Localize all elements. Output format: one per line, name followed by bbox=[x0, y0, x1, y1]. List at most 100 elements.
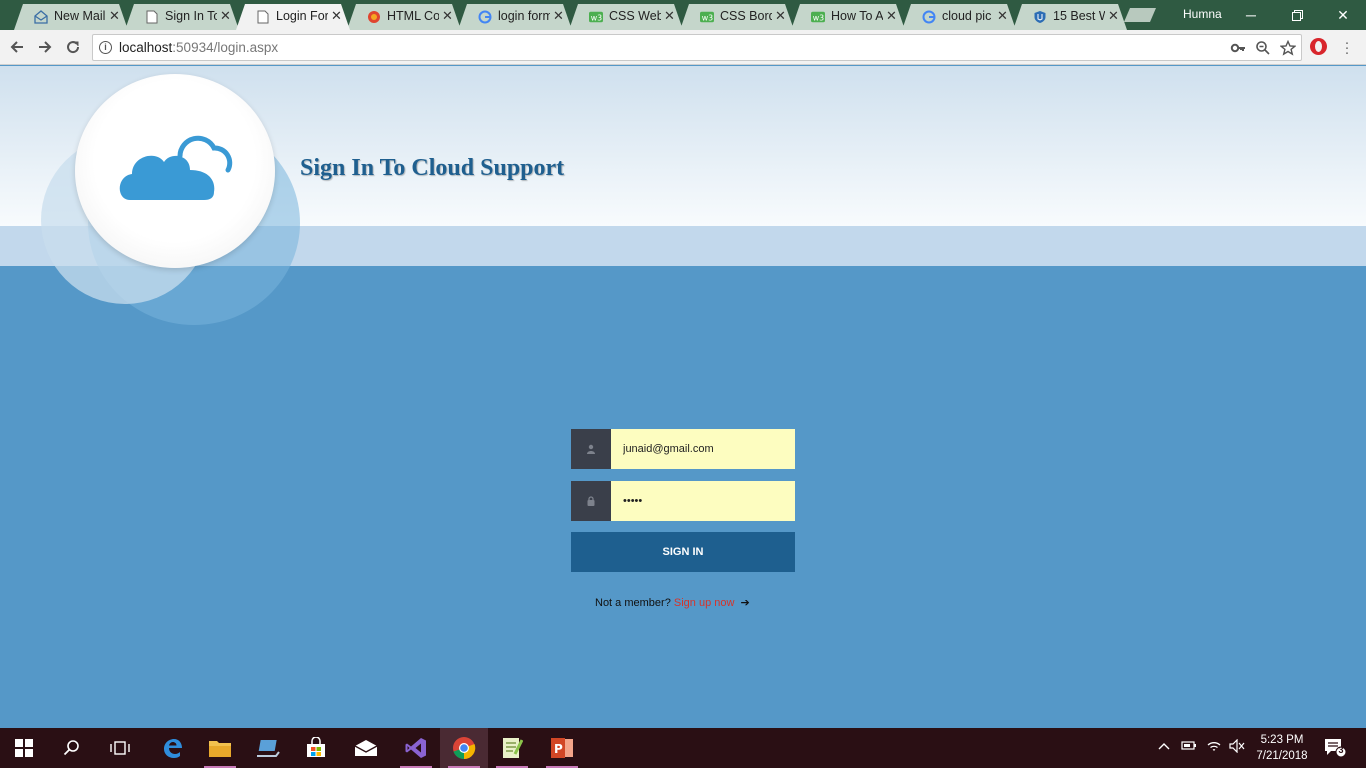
colorful-circle-icon bbox=[367, 10, 381, 24]
new-tab-button[interactable] bbox=[1124, 8, 1156, 22]
tab-new-mail[interactable]: New Mail ✕ bbox=[14, 4, 128, 30]
password-input[interactable] bbox=[611, 481, 795, 521]
info-icon[interactable]: i bbox=[99, 41, 112, 54]
user-icon bbox=[571, 429, 611, 469]
tab-css-web[interactable]: w3 CSS Web ✕ bbox=[569, 4, 683, 30]
address-bar[interactable]: i localhost:50934/login.aspx bbox=[92, 34, 1302, 61]
tab-close-icon[interactable]: ✕ bbox=[331, 8, 342, 24]
forward-button[interactable] bbox=[34, 36, 56, 58]
windows-taskbar: P 5:23 PM 7/21/2018 3 bbox=[0, 728, 1366, 768]
tab-title: Login For bbox=[276, 9, 328, 23]
minimize-icon[interactable]: ─ bbox=[1228, 0, 1274, 30]
more-menu-icon[interactable]: · · · bbox=[1343, 35, 1351, 60]
sign-up-link[interactable]: Sign up now bbox=[674, 597, 735, 609]
restore-icon[interactable] bbox=[1274, 0, 1320, 30]
tab-css-border[interactable]: w3 CSS Bord ✕ bbox=[680, 4, 794, 30]
visual-studio-taskbar-button[interactable] bbox=[392, 728, 440, 768]
svg-text:w3: w3 bbox=[591, 14, 602, 23]
windows-logo-icon bbox=[15, 739, 33, 757]
back-button[interactable] bbox=[6, 36, 28, 58]
tab-login-form-active[interactable]: Login For ✕ bbox=[236, 4, 350, 30]
store-taskbar-button[interactable] bbox=[292, 728, 340, 768]
close-window-icon[interactable]: ✕ bbox=[1320, 0, 1366, 30]
tab-close-icon[interactable]: ✕ bbox=[442, 8, 453, 24]
shield-icon bbox=[1033, 10, 1047, 24]
tab-title: CSS Web bbox=[609, 9, 661, 23]
svg-text:P: P bbox=[554, 742, 563, 756]
google-icon bbox=[478, 10, 492, 24]
tab-title: CSS Bord bbox=[720, 9, 772, 23]
tab-close-icon[interactable]: ✕ bbox=[109, 8, 120, 24]
task-view-button[interactable] bbox=[96, 728, 144, 768]
page-icon bbox=[256, 10, 270, 24]
arrow-right-icon: ➔ bbox=[740, 597, 750, 609]
tab-close-icon[interactable]: ✕ bbox=[1108, 8, 1119, 24]
computer-icon bbox=[257, 740, 280, 757]
tab-close-icon[interactable]: ✕ bbox=[775, 8, 786, 24]
tab-15-best[interactable]: 15 Best W ✕ bbox=[1013, 4, 1127, 30]
sign-in-button[interactable]: SIGN IN bbox=[571, 532, 795, 572]
tab-close-icon[interactable]: ✕ bbox=[886, 8, 897, 24]
tab-title: login form bbox=[498, 9, 550, 23]
password-field-group bbox=[571, 481, 795, 521]
browser-tab-strip: New Mail ✕ Sign In To ✕ Login For ✕ HTML… bbox=[0, 0, 1366, 30]
visual-studio-icon bbox=[405, 738, 426, 758]
edge-icon bbox=[164, 739, 182, 758]
search-button[interactable] bbox=[48, 728, 96, 768]
start-button[interactable] bbox=[0, 728, 48, 768]
powerpoint-taskbar-button[interactable]: P bbox=[538, 728, 586, 768]
tab-close-icon[interactable]: ✕ bbox=[220, 8, 231, 24]
key-icon[interactable] bbox=[1230, 40, 1246, 59]
tab-close-icon[interactable]: ✕ bbox=[553, 8, 564, 24]
file-explorer-taskbar-button[interactable] bbox=[196, 728, 244, 768]
zoom-icon[interactable] bbox=[1255, 40, 1271, 59]
arrow-right-icon bbox=[39, 41, 52, 53]
battery-icon[interactable] bbox=[1181, 739, 1197, 754]
cloud-logo-icon bbox=[119, 135, 233, 200]
mail-taskbar-button[interactable] bbox=[342, 728, 390, 768]
tab-close-icon[interactable]: ✕ bbox=[664, 8, 675, 24]
chevron-up-icon[interactable] bbox=[1157, 739, 1171, 754]
profile-name[interactable]: Humna bbox=[1183, 7, 1222, 21]
browser-toolbar: i localhost:50934/login.aspx · · · bbox=[0, 30, 1366, 65]
network-app-taskbar-button[interactable] bbox=[244, 728, 292, 768]
tab-sign-in[interactable]: Sign In To ✕ bbox=[125, 4, 239, 30]
edge-taskbar-button[interactable] bbox=[148, 728, 196, 768]
powerpoint-icon: P bbox=[551, 738, 573, 758]
chrome-icon bbox=[453, 737, 476, 760]
arrow-left-icon bbox=[10, 41, 23, 53]
tab-title: How To A bbox=[831, 9, 883, 23]
clock-date: 7/21/2018 bbox=[1256, 750, 1308, 762]
notification-count: 3 bbox=[1338, 745, 1344, 755]
tab-login-form-search[interactable]: login form ✕ bbox=[458, 4, 572, 30]
reload-icon bbox=[67, 41, 80, 54]
login-page: Sign In To Cloud Support SIGN IN Not a m… bbox=[0, 66, 1366, 728]
not-member-text: Not a member? bbox=[595, 597, 671, 609]
store-bag-icon bbox=[307, 737, 325, 757]
page-title: Sign In To Cloud Support bbox=[300, 155, 565, 181]
task-view-icon bbox=[110, 741, 130, 755]
tab-title: New Mail bbox=[54, 9, 106, 23]
chrome-taskbar-button[interactable] bbox=[440, 728, 488, 768]
opera-extension-icon[interactable] bbox=[1310, 38, 1327, 55]
tab-html-colors[interactable]: HTML Col ✕ bbox=[347, 4, 461, 30]
w3schools-icon: w3 bbox=[811, 10, 825, 24]
wifi-icon[interactable] bbox=[1206, 739, 1222, 756]
page-icon bbox=[145, 10, 159, 24]
system-clock[interactable]: 5:23 PM 7/21/2018 bbox=[1252, 732, 1312, 764]
reload-button[interactable] bbox=[62, 36, 84, 58]
google-icon bbox=[922, 10, 936, 24]
folder-icon bbox=[209, 741, 231, 757]
email-input[interactable] bbox=[611, 429, 795, 469]
svg-text:w3: w3 bbox=[813, 14, 824, 23]
tab-how-to[interactable]: w3 How To A ✕ bbox=[791, 4, 905, 30]
bookmark-star-icon[interactable] bbox=[1279, 39, 1297, 59]
tab-cloud-pic[interactable]: cloud pic ✕ bbox=[902, 4, 1016, 30]
volume-muted-icon[interactable] bbox=[1229, 738, 1245, 756]
clock-time: 5:23 PM bbox=[1260, 734, 1304, 746]
tab-close-icon[interactable]: ✕ bbox=[997, 8, 1008, 24]
action-center-button[interactable]: 3 bbox=[1324, 738, 1347, 758]
notepad-plus-taskbar-button[interactable] bbox=[488, 728, 536, 768]
lock-icon bbox=[571, 481, 611, 521]
mail-icon bbox=[354, 740, 378, 756]
